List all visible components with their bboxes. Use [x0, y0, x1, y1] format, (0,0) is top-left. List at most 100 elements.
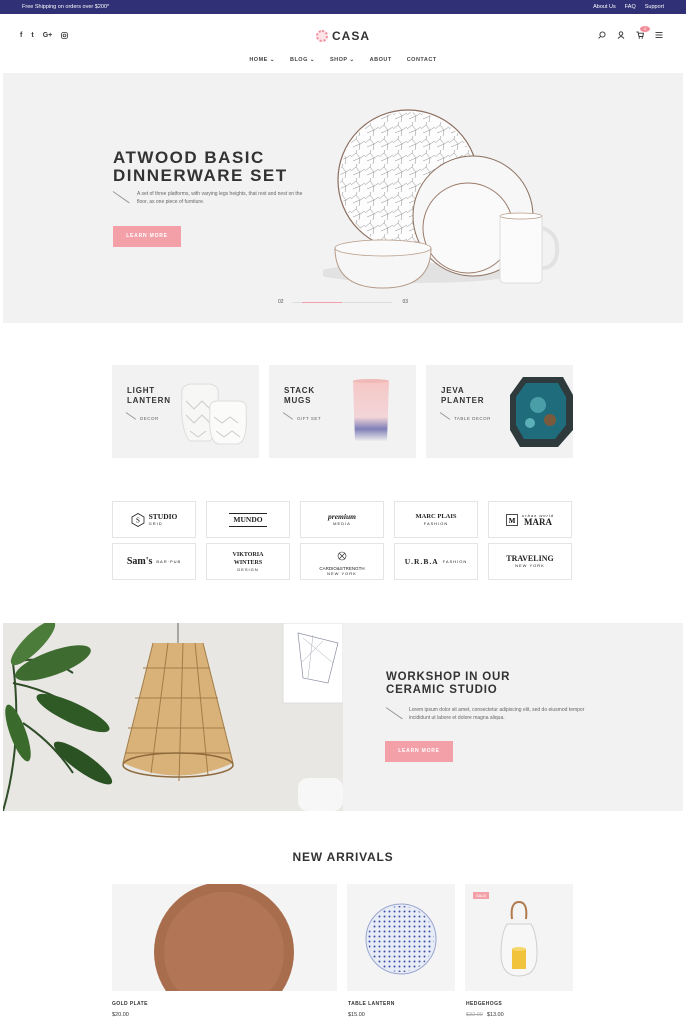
brand-name: Sam's — [126, 555, 153, 567]
product-card-hedgehogs[interactable]: SALE — [465, 884, 573, 991]
header-icons: 0 — [597, 26, 664, 41]
brand-logo-mundo[interactable]: MUNDO — [206, 501, 290, 538]
hero-slider: ATWOOD BASIC DINNERWARE SET A set of thr… — [3, 73, 683, 323]
decorative-slash — [439, 412, 451, 420]
sale-badge: SALE — [473, 892, 490, 899]
lamp-photo — [3, 623, 343, 811]
lantern-vases-image — [181, 383, 247, 445]
planter-image — [510, 377, 573, 447]
brand-logo-premium[interactable]: premium MEDIA — [300, 501, 384, 538]
banner-title: STACK MUGS — [284, 386, 315, 405]
site-logo[interactable]: CASA — [316, 29, 370, 43]
brand-logo-cardio-strength[interactable]: CARDIO&STRENGTH NEW YORK — [300, 543, 384, 580]
brand-name: STUDIO — [148, 512, 178, 521]
twitter-icon[interactable]: t — [31, 32, 33, 41]
decorative-slash — [125, 412, 137, 420]
old-price: $32.00 — [466, 1012, 483, 1018]
support-link[interactable]: Support — [645, 4, 664, 10]
brand-sub: FASHION — [423, 521, 449, 526]
banner-title: LIGHT LANTERN — [127, 386, 171, 405]
dinnerware-image — [323, 109, 560, 289]
decorative-slash — [385, 707, 403, 720]
workshop-learn-more-button[interactable]: LEARN MORE — [385, 741, 453, 762]
google-plus-icon[interactable]: G+ — [43, 32, 53, 41]
search-icon[interactable] — [597, 31, 607, 41]
slide-progress — [292, 302, 392, 303]
nav-home[interactable]: HOME ⌄ — [249, 57, 275, 63]
blue-plate-image — [365, 903, 437, 975]
decorative-slash — [112, 191, 130, 204]
brand-logo-marc-plais[interactable]: MARC PLAIS FASHION — [394, 501, 478, 538]
brand-logo-traveling[interactable]: TRAVELING NEW YORK — [488, 543, 572, 580]
pendant-lamp-image — [3, 623, 343, 811]
slide-prev-number[interactable]: 02 — [278, 299, 284, 305]
slide-next-number[interactable]: 03 — [402, 299, 408, 305]
product-name[interactable]: HEDGEHOGS — [466, 1001, 502, 1007]
brand-logo-viktoria-winters[interactable]: VIKTORIA WINTERS DESIGN — [206, 543, 290, 580]
user-icon[interactable] — [616, 31, 626, 41]
facebook-icon[interactable]: f — [20, 32, 22, 41]
brand-sub: MEDIA — [333, 521, 351, 526]
new-arrivals-heading: NEW ARRIVALS — [292, 850, 394, 864]
site-header: f t G+ CASA 0 HOME ⌄ BLOG ⌄ SHOP ⌄ ABOUT… — [0, 14, 686, 74]
product-price: $15.00 — [348, 1012, 365, 1018]
flower-logo-icon — [316, 30, 328, 42]
faq-link[interactable]: FAQ — [625, 4, 636, 10]
main-nav: HOME ⌄ BLOG ⌄ SHOP ⌄ ABOUT CONTACT — [0, 57, 686, 63]
brand-logo-studio-grid[interactable]: S STUDIO GRID — [112, 501, 196, 538]
current-price: $13.00 — [486, 1012, 504, 1018]
social-links: f t G+ — [20, 32, 69, 41]
workshop-title: WORKSHOP IN OUR CERAMIC STUDIO — [386, 671, 511, 696]
brand-name: VIKTORIA WINTERS — [232, 552, 264, 566]
brand-name: MUNDO — [229, 512, 267, 527]
hero-title: ATWOOD BASIC DINNERWARE SET — [113, 148, 288, 185]
nav-about[interactable]: ABOUT — [370, 57, 392, 63]
brand-sub: DESIGN — [237, 567, 259, 572]
top-bar: Free Shipping on orders over $200* About… — [0, 0, 686, 14]
brand-name: MARC PLAIS — [415, 513, 457, 520]
logo-text: CASA — [332, 29, 371, 43]
instagram-icon[interactable] — [61, 32, 69, 41]
brand-name: MARA — [524, 517, 552, 527]
banner-subtitle: TABLE DECOR — [454, 416, 491, 421]
hero-description: A set of three platforms, with varying l… — [137, 191, 303, 205]
product-card-table-lantern[interactable] — [347, 884, 455, 991]
product-name[interactable]: GOLD PLATE — [112, 1001, 148, 1007]
brand-sub: BAR·PUB — [156, 559, 182, 564]
banner-stack-mugs[interactable]: STACK MUGS GIFT SET — [269, 365, 416, 458]
hero-learn-more-button[interactable]: LEARN MORE — [113, 226, 181, 247]
banner-light-lantern[interactable]: LIGHT LANTERN DECOR — [112, 365, 259, 458]
glass-lantern-image — [500, 900, 538, 977]
banner-subtitle: DECOR — [140, 416, 159, 421]
svg-text:M: M — [509, 517, 516, 525]
shipping-notice: Free Shipping on orders over $200* — [22, 4, 110, 10]
brand-name: TRAVELING — [506, 554, 554, 563]
nav-blog[interactable]: BLOG ⌄ — [290, 57, 315, 63]
m-square-icon: M — [506, 513, 518, 526]
hexagon-icon: S — [131, 512, 145, 527]
product-price: $20.00 — [112, 1012, 129, 1018]
brand-logo-mara[interactable]: M urban world MARA — [488, 501, 572, 538]
nav-contact[interactable]: CONTACT — [407, 57, 437, 63]
mugs-image — [353, 379, 389, 441]
menu-icon[interactable] — [654, 31, 664, 41]
top-links: About Us FAQ Support — [593, 4, 664, 10]
workshop-section: WORKSHOP IN OUR CERAMIC STUDIO Lorem ips… — [3, 623, 683, 811]
brand-logo-urba[interactable]: U.R.B.A FASHION — [394, 543, 478, 580]
brand-logo-sams[interactable]: Sam's BAR·PUB — [112, 543, 196, 580]
product-name[interactable]: TABLE LANTERN — [348, 1001, 395, 1007]
cart-icon[interactable]: 0 — [635, 26, 650, 41]
banner-jeva-planter[interactable]: JEVA PLANTER TABLE DECOR — [426, 365, 573, 458]
cart-count-badge: 0 — [640, 26, 650, 32]
brand-name: premium — [328, 512, 356, 521]
brand-sub: FASHION — [442, 559, 468, 564]
brand-sub: GRID — [148, 521, 163, 526]
decorative-slash — [282, 412, 294, 420]
brand-name: CARDIO&STRENGTH — [319, 565, 365, 571]
nav-shop[interactable]: SHOP ⌄ — [330, 57, 355, 63]
brand-sub: NEW YORK — [515, 563, 545, 568]
banner-title: JEVA PLANTER — [441, 386, 485, 405]
about-us-link[interactable]: About Us — [593, 4, 616, 10]
product-card-gold-plate[interactable] — [112, 884, 337, 991]
banner-subtitle: GIFT SET — [297, 416, 322, 421]
